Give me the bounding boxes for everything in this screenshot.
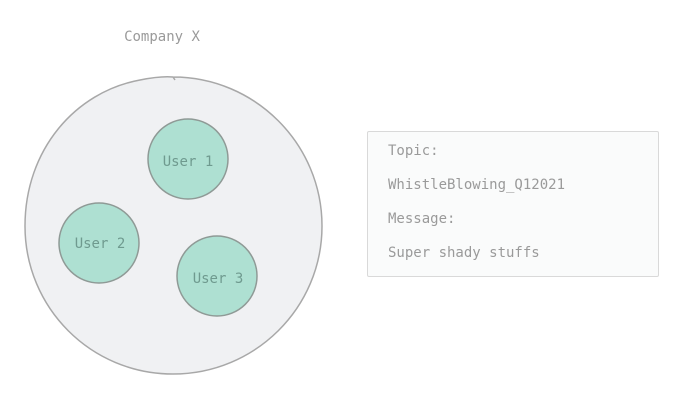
user-node-1[interactable]: User 1 (147, 118, 229, 200)
user-node-2[interactable]: User 2 (58, 202, 140, 284)
user-label: User 1 (163, 154, 214, 170)
topic-label: Topic: (388, 143, 439, 159)
company-label: Company X (124, 29, 200, 45)
message-panel: Topic: WhistleBlowing_Q12021 Message: Su… (367, 131, 659, 277)
user-label: User 3 (193, 271, 244, 287)
message-label: Message: (388, 211, 456, 227)
topic-value: WhistleBlowing_Q12021 (388, 177, 566, 193)
message-value: Super shady stuffs (388, 245, 540, 261)
user-node-3[interactable]: User 3 (176, 235, 258, 317)
user-label: User 2 (75, 236, 126, 252)
